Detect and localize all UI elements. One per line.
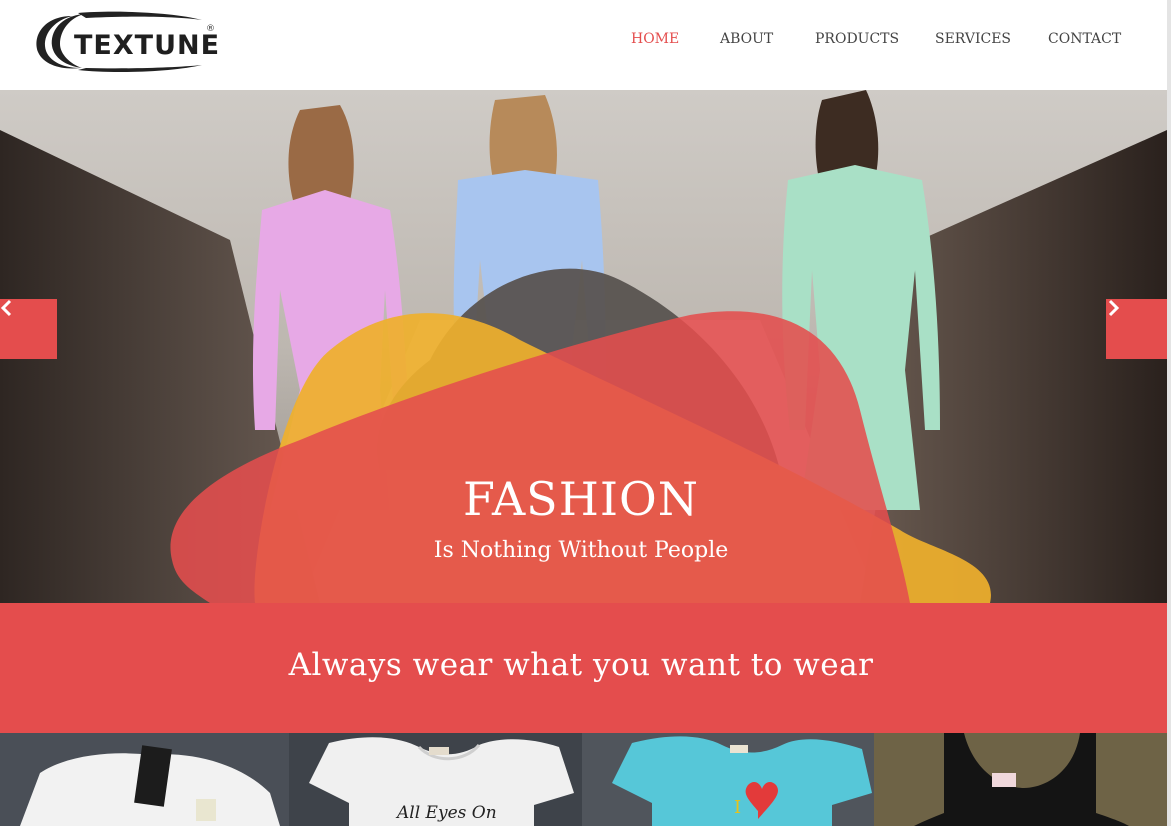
hero-slider: FASHION Is Nothing Without People [0,90,1167,603]
tshirt-print-text: All Eyes On [397,803,497,823]
runway-photo [0,90,1167,603]
nav-services[interactable]: SERVICES [935,31,1011,47]
nav-contact[interactable]: CONTACT [1048,31,1121,47]
white-tshirt-image [0,733,289,826]
black-lace-top-image [874,733,1167,826]
hero-title: FASHION [463,472,699,526]
tshirt-print-letter: I [734,797,742,818]
tagline-banner: Always wear what you want to wear [0,603,1167,733]
site-header: TEXTUNE ® HOME ABOUT PRODUCTS SERVICES C… [0,0,1167,90]
gallery-tile-white-tshirt[interactable] [0,733,289,826]
hero-subtitle: Is Nothing Without People [433,538,729,563]
slider-next-button[interactable] [1106,299,1167,359]
main-nav: HOME ABOUT PRODUCTS SERVICES CONTACT [0,31,1167,51]
tagline-text: Always wear what you want to wear [288,647,874,683]
nav-home[interactable]: HOME [631,31,679,47]
product-gallery: All Eyes On I [0,733,1167,826]
nav-about[interactable]: ABOUT [720,31,773,47]
gallery-tile-all-eyes-on[interactable]: All Eyes On [289,733,582,826]
chevron-left-icon [0,299,12,317]
slider-prev-button[interactable] [0,299,57,359]
gallery-tile-blue-heart[interactable]: I [582,733,874,826]
chevron-right-icon [1108,299,1120,317]
gallery-tile-black-lace[interactable] [874,733,1167,826]
scrollbar[interactable] [1167,0,1171,826]
nav-products[interactable]: PRODUCTS [815,31,899,47]
blue-heart-tshirt-image [582,733,874,826]
